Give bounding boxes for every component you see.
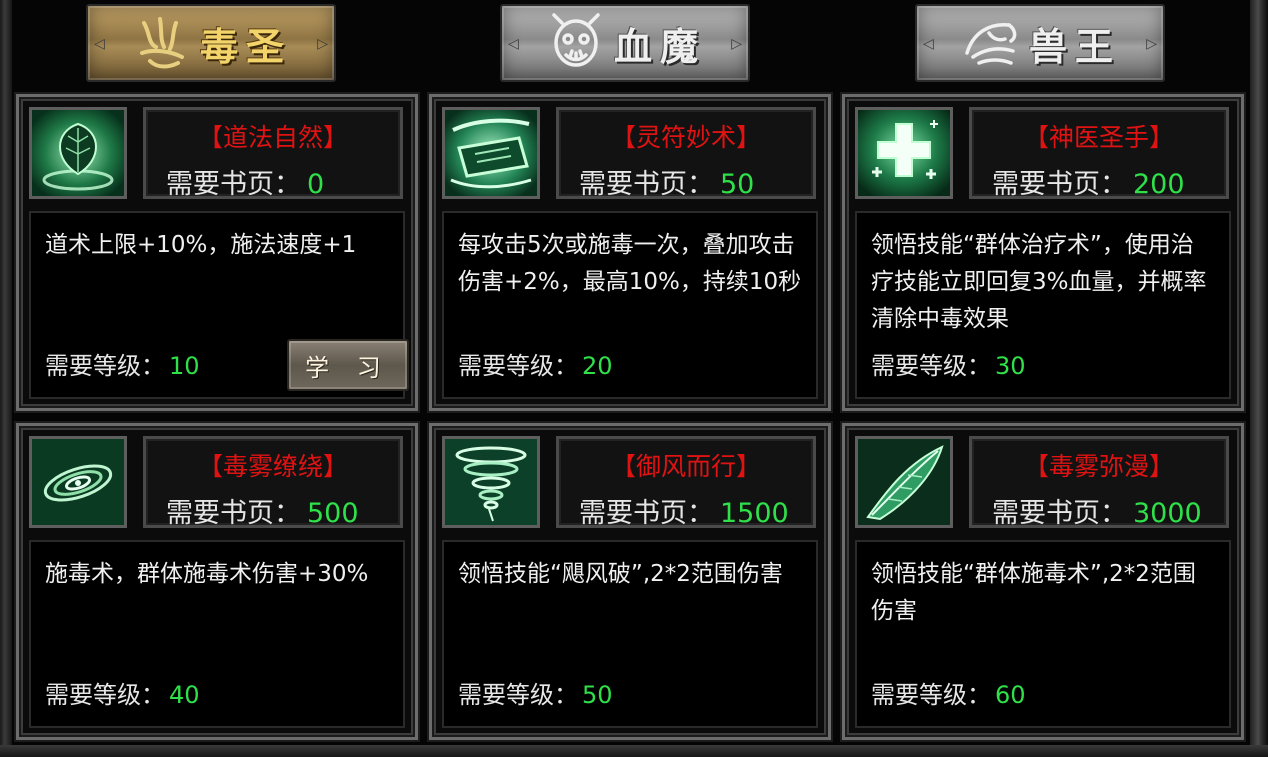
skill-icon-frame [855,107,953,199]
required-level: 需要等级： 60 [871,675,1026,710]
tab-label: 毒圣 [199,23,292,69]
required-level-label: 需要等级： [458,352,578,380]
poison-feather-skill-icon [858,439,950,525]
required-pages: 需要书页： 0 [166,162,324,201]
skill-description: 领悟技能“飓风破”,2*2范围伤害 [458,561,783,587]
tornado-skill-icon [445,439,537,525]
skill-description-panel: 领悟技能“群体施毒术”,2*2范围伤害 需要等级： 60 [855,540,1231,728]
tab-right-arrow-icon: ▷ [1146,36,1157,52]
skill-icon-frame [29,436,127,528]
skill-name: 【道法自然】 [197,123,348,152]
required-level: 需要等级： 20 [458,346,613,381]
tab-xuemo[interactable]: ◁ 血魔 ▷ [500,4,750,82]
skill-card-duwu-liaorao: 【毒雾缭绕】 需要书页： 500 施毒术，群体施毒术伤害+30% 需要等级： 40 [16,423,418,740]
skill-title-panel: 【灵符妙术】 需要书页： 50 [556,107,816,201]
skill-card-lingfu-miaoshu: 【灵符妙术】 需要书页： 50 每攻击5次或施毒一次，叠加攻击伤害+2%，最高10… [429,94,831,411]
required-level: 需要等级： 30 [871,346,1026,381]
required-pages-label: 需要书页： [166,169,301,200]
demon-face-emblem-icon [552,13,600,67]
window-frame-left [0,0,12,757]
skill-name: 【神医圣手】 [1023,123,1174,152]
required-pages-label: 需要书页： [992,169,1127,200]
skill-description-panel: 施毒术，群体施毒术伤害+30% 需要等级： 40 [29,540,405,728]
skill-name: 【灵符妙术】 [610,123,761,152]
required-level: 需要等级： 10 [45,346,200,381]
required-level-value: 60 [995,681,1026,709]
claw-emblem-icon [139,17,184,69]
tab-right-arrow-icon: ▷ [731,36,742,52]
skill-title-panel: 【毒雾弥漫】 需要书页： 3000 [969,436,1229,530]
window-frame-right [1250,0,1268,757]
required-pages: 需要书页： 200 [992,162,1185,201]
required-level-value: 40 [169,681,200,709]
leaf-skill-icon [32,110,124,196]
required-pages: 需要书页： 500 [166,491,359,530]
required-pages: 需要书页： 3000 [992,491,1202,530]
required-pages-value: 1500 [720,498,789,529]
skill-description-panel: 每攻击5次或施毒一次，叠加攻击伤害+2%，最高10%，持续10秒 需要等级： 20 [442,211,818,399]
skill-description-panel: 领悟技能“飓风破”,2*2范围伤害 需要等级： 50 [442,540,818,728]
poison-swirl-skill-icon [32,439,124,525]
beast-emblem-icon [965,23,1017,65]
skill-card-daofa-ziran: 【道法自然】 需要书页： 0 道术上限+10%，施法速度+1 需要等级： 10 学 … [16,94,418,411]
required-level-label: 需要等级： [871,352,991,380]
required-level-label: 需要等级： [458,681,578,709]
required-level: 需要等级： 40 [45,675,200,710]
skill-card-shenyi-shengshou: 【神医圣手】 需要书页： 200 领悟技能“群体治疗术”，使用治疗技能立即回复3%… [842,94,1244,411]
skill-name: 【毒雾缭绕】 [197,452,348,481]
tab-left-arrow-icon: ◁ [923,36,934,52]
skill-description: 道术上限+10%，施法速度+1 [45,232,357,258]
tab-right-arrow-icon: ▷ [317,36,328,52]
required-pages: 需要书页： 1500 [579,491,789,530]
required-pages-label: 需要书页： [579,169,714,200]
skill-name: 【御风而行】 [610,452,761,481]
skill-description-panel: 领悟技能“群体治疗术”，使用治疗技能立即回复3%血量，并概率清除中毒效果 需要等… [855,211,1231,399]
required-level-value: 50 [582,681,613,709]
healing-cross-skill-icon [858,110,950,196]
required-pages-value: 500 [307,498,359,529]
tab-left-arrow-icon: ◁ [508,36,519,52]
tab-label: 血魔 [613,23,706,69]
skill-description: 每攻击5次或施毒一次，叠加攻击伤害+2%，最高10%，持续10秒 [458,232,802,295]
learn-button[interactable]: 学 习 [287,339,409,391]
skill-description: 领悟技能“群体治疗术”，使用治疗技能立即回复3%血量，并概率清除中毒效果 [871,232,1207,332]
tab-dusheng[interactable]: ◁ 毒圣 ▷ [86,4,336,82]
required-level-value: 30 [995,352,1026,380]
required-level-label: 需要等级： [45,352,165,380]
tab-label: 兽王 [1028,23,1121,69]
skill-title-panel: 【道法自然】 需要书页： 0 [143,107,403,201]
required-pages: 需要书页： 50 [579,162,754,201]
window-frame-bottom [0,745,1268,757]
required-pages-label: 需要书页： [166,498,301,529]
skill-title-panel: 【神医圣手】 需要书页： 200 [969,107,1229,201]
skill-icon-frame [442,107,540,199]
required-pages-value: 200 [1133,169,1185,200]
skill-icon-frame [855,436,953,528]
required-level-value: 10 [169,352,200,380]
required-pages-value: 3000 [1133,498,1202,529]
skill-description: 领悟技能“群体施毒术”,2*2范围伤害 [871,561,1196,624]
required-level-label: 需要等级： [871,681,991,709]
required-pages-value: 0 [307,169,325,200]
skill-card-duwu-miman: 【毒雾弥漫】 需要书页： 3000 领悟技能“群体施毒术”,2*2范围伤害 需要等… [842,423,1244,740]
required-pages-value: 50 [720,169,755,200]
tab-shouwang[interactable]: ◁ 兽王 ▷ [915,4,1165,82]
skill-card-yufeng-erxing: 【御风而行】 需要书页： 1500 领悟技能“飓风破”,2*2范围伤害 需要等级：… [429,423,831,740]
required-level-label: 需要等级： [45,681,165,709]
skill-icon-frame [442,436,540,528]
talisman-skill-icon [445,110,537,196]
required-pages-label: 需要书页： [992,498,1127,529]
skill-name: 【毒雾弥漫】 [1023,452,1174,481]
skill-title-panel: 【御风而行】 需要书页： 1500 [556,436,816,530]
required-level: 需要等级： 50 [458,675,613,710]
tab-left-arrow-icon: ◁ [94,36,105,52]
skill-icon-frame [29,107,127,199]
skill-description: 施毒术，群体施毒术伤害+30% [45,561,369,587]
skill-description-panel: 道术上限+10%，施法速度+1 需要等级： 10 学 习 [29,211,409,399]
required-level-value: 20 [582,352,613,380]
skill-title-panel: 【毒雾缭绕】 需要书页： 500 [143,436,403,530]
required-pages-label: 需要书页： [579,498,714,529]
